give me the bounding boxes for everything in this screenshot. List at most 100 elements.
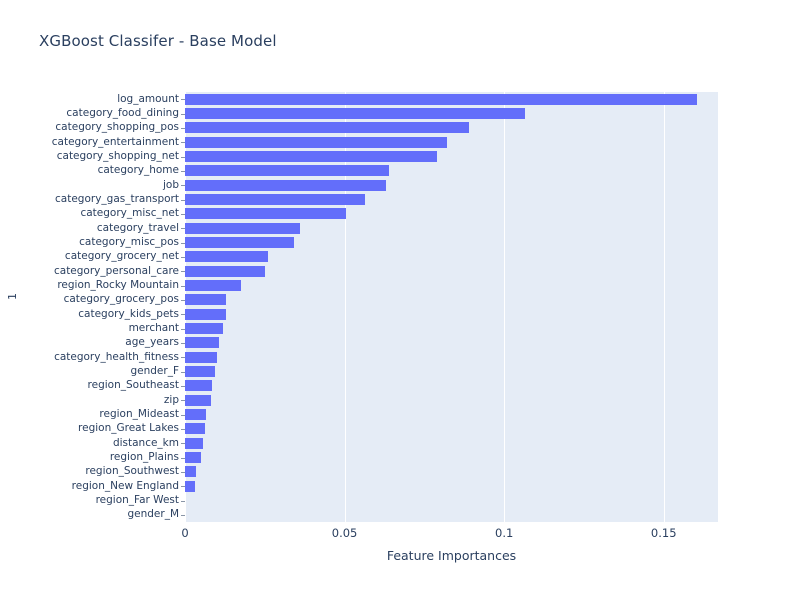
bar[interactable]: [185, 265, 265, 277]
bar-row[interactable]: [185, 450, 718, 465]
bar-row[interactable]: [185, 278, 718, 293]
bar[interactable]: [185, 222, 300, 234]
x-axis-title: Feature Importances: [386, 548, 517, 563]
y-axis-tick-label: job: [162, 178, 179, 191]
bar-row[interactable]: [185, 493, 718, 508]
bar-row[interactable]: [185, 120, 718, 135]
y-axis-tick-mark: [181, 113, 185, 115]
bar-row[interactable]: [185, 407, 718, 422]
y-axis-tick-label: category_kids_pets: [78, 307, 179, 320]
bar-row[interactable]: [185, 163, 718, 178]
bar[interactable]: [185, 179, 387, 191]
y-axis-tick-label: region_Southeast: [87, 379, 179, 392]
bar[interactable]: [185, 279, 241, 291]
y-axis-tick-mark: [181, 428, 185, 430]
x-axis-tick-labels: 0 0.05 0.1 0.15: [0, 526, 800, 542]
bar-row[interactable]: [185, 206, 718, 221]
bar-row[interactable]: [185, 507, 718, 522]
y-axis-tick-mark: [181, 228, 185, 230]
bar[interactable]: [185, 480, 196, 492]
bar-row[interactable]: [185, 364, 718, 379]
bar[interactable]: [185, 294, 227, 306]
y-axis-tick-mark: [181, 271, 185, 273]
bar[interactable]: [185, 322, 223, 334]
y-axis-tick-label: category_health_fitness: [54, 350, 179, 363]
bar-row[interactable]: [185, 393, 718, 408]
bar[interactable]: [185, 308, 226, 320]
bar-row[interactable]: [185, 321, 718, 336]
bar[interactable]: [185, 136, 447, 148]
y-axis-tick-label: category_misc_pos: [79, 236, 179, 248]
x-axis-tick-label: 0: [181, 526, 189, 540]
bar[interactable]: [185, 165, 390, 177]
y-axis-tick-label: category_misc_net: [80, 207, 179, 220]
y-axis-tick-mark: [181, 199, 185, 201]
y-axis-tick-label: distance_km: [112, 436, 179, 449]
y-axis-tick-mark: [181, 457, 185, 459]
bar-series: [185, 92, 718, 522]
bar[interactable]: [185, 351, 217, 363]
bar-row[interactable]: [185, 292, 718, 307]
bar-row[interactable]: [185, 350, 718, 365]
y-axis-tick-label: zip: [163, 393, 179, 406]
y-axis-tick-mark: [181, 342, 185, 344]
bar[interactable]: [185, 380, 213, 392]
bar[interactable]: [185, 107, 525, 119]
y-axis-tick-label: category_food_dining: [66, 107, 179, 119]
bar-row[interactable]: [185, 235, 718, 250]
bar[interactable]: [185, 150, 438, 162]
bar-row[interactable]: [185, 378, 718, 393]
y-axis-tick-mark: [181, 185, 185, 187]
y-axis-tick-mark: [181, 414, 185, 416]
bar-row[interactable]: [185, 264, 718, 279]
bar[interactable]: [185, 208, 347, 220]
bar[interactable]: [185, 251, 268, 263]
bar-row[interactable]: [185, 335, 718, 350]
bar[interactable]: [185, 236, 294, 248]
bar[interactable]: [185, 193, 366, 205]
y-axis-tick-label: category_shopping_net: [56, 150, 179, 162]
y-axis-tick-label: log_amount: [117, 92, 179, 105]
x-axis-tick-label: 0.15: [650, 526, 677, 540]
y-axis-tick-labels: log_amount category_food_dining category_s…: [0, 92, 179, 522]
bar-row[interactable]: [185, 464, 718, 479]
y-axis-tick-mark: [181, 170, 185, 172]
y-axis-tick-mark: [181, 242, 185, 244]
bar[interactable]: [185, 437, 203, 449]
bar-row[interactable]: [185, 479, 718, 494]
bar-row[interactable]: [185, 106, 718, 121]
chart-title: XGBoost Classifer - Base Model: [39, 32, 277, 50]
bar-row[interactable]: [185, 421, 718, 436]
y-axis-tick-label: merchant: [128, 322, 179, 334]
y-axis-tick-mark: [181, 314, 185, 316]
bar[interactable]: [185, 365, 216, 377]
bar[interactable]: [185, 93, 698, 105]
bar-row[interactable]: [185, 149, 718, 164]
bar-row[interactable]: [185, 436, 718, 451]
bar-row[interactable]: [185, 307, 718, 322]
bar[interactable]: [185, 337, 219, 349]
y-axis-tick-mark: [181, 213, 185, 215]
bar-row[interactable]: [185, 178, 718, 193]
bar[interactable]: [185, 394, 212, 406]
bar[interactable]: [185, 122, 470, 134]
y-axis-tick-label: category_home: [97, 164, 179, 177]
bar-row[interactable]: [185, 92, 718, 107]
y-axis-tick-label: region_Far West: [95, 494, 179, 506]
bar-row[interactable]: [185, 221, 718, 236]
bar-row[interactable]: [185, 135, 718, 150]
bar[interactable]: [185, 423, 205, 435]
y-axis-tick-mark: [181, 256, 185, 258]
bar[interactable]: [185, 408, 207, 420]
bar-row[interactable]: [185, 249, 718, 264]
y-axis-tick-mark: [181, 514, 185, 516]
bar[interactable]: [185, 451, 201, 463]
y-axis-tick-mark: [181, 127, 185, 129]
bar-row[interactable]: [185, 192, 718, 207]
y-axis-tick-label: gender_F: [130, 365, 179, 377]
bar[interactable]: [185, 466, 197, 478]
y-axis-tick-label: category_shopping_pos: [55, 121, 179, 134]
y-axis-tick-label: region_Plains: [109, 451, 179, 463]
y-axis-tick-label: region_Great Lakes: [78, 422, 179, 435]
y-axis-tick-mark: [181, 371, 185, 373]
